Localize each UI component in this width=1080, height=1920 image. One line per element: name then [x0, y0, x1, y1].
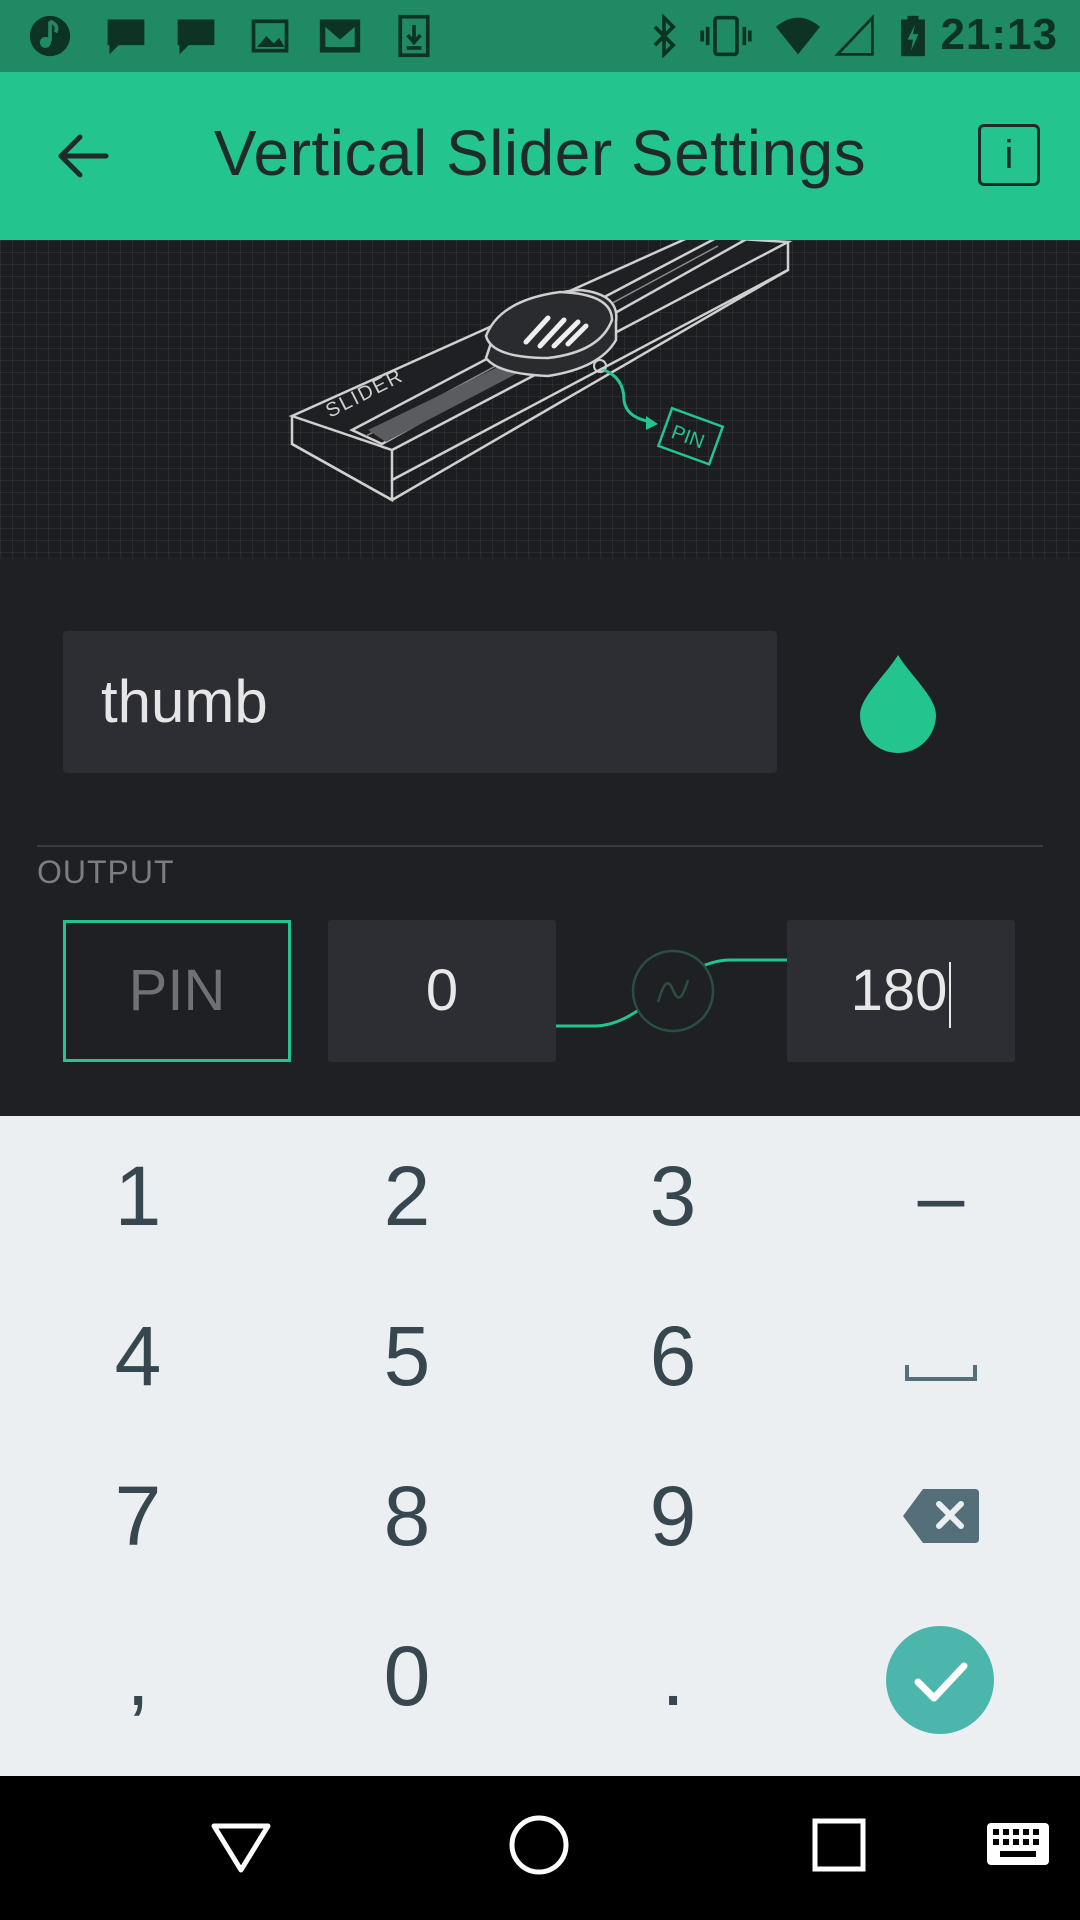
text-cursor — [949, 961, 952, 1028]
download-icon — [398, 14, 430, 58]
back-triangle-icon — [211, 1823, 271, 1873]
info-button[interactable]: i — [978, 124, 1040, 186]
key-2[interactable]: 2 — [272, 1116, 542, 1276]
cell-signal-icon — [834, 14, 874, 56]
vibrate-icon — [700, 15, 752, 57]
key-8[interactable]: 8 — [272, 1436, 542, 1596]
app-notification-icon — [29, 15, 71, 57]
nav-keyboard-button[interactable] — [986, 1822, 1050, 1871]
max-value-text: 180 — [850, 958, 948, 1023]
min-value-input[interactable]: 0 — [328, 920, 556, 1062]
backspace-icon — [903, 1489, 979, 1543]
settings-form: thumb OUTPUT PIN 0 180 — [0, 558, 1080, 1116]
space-icon — [905, 1365, 977, 1381]
pin-select-button[interactable]: PIN — [63, 920, 291, 1062]
recents-square-icon — [812, 1818, 866, 1872]
chat-icon — [177, 19, 215, 55]
key-backspace[interactable] — [806, 1436, 1076, 1596]
chat-icon — [107, 19, 145, 55]
widget-illustration: SLIDER PIN — [0, 234, 1080, 559]
nav-home-button[interactable] — [506, 1812, 572, 1883]
bluetooth-icon — [653, 14, 676, 58]
key-7[interactable]: 7 — [3, 1436, 273, 1596]
nav-recents-button[interactable] — [806, 1812, 872, 1883]
output-section-label: OUTPUT — [37, 854, 175, 890]
key-5[interactable]: 5 — [272, 1276, 542, 1436]
wifi-icon — [776, 17, 820, 55]
home-circle-icon — [509, 1815, 569, 1875]
key-3[interactable]: 3 — [538, 1116, 808, 1276]
gmail-icon — [319, 19, 361, 53]
slider-illustration: SLIDER PIN — [288, 234, 793, 503]
nav-back-button[interactable] — [208, 1812, 274, 1883]
numeric-keyboard: 1 2 3 – 4 5 6 7 8 9 , 0 . — [0, 1116, 1080, 1776]
image-icon — [251, 19, 289, 53]
status-time: 21:13 — [940, 10, 1058, 59]
keyboard-icon — [987, 1823, 1049, 1865]
key-comma[interactable]: , — [3, 1596, 273, 1756]
status-bar: 21:13 — [0, 0, 1080, 72]
key-6[interactable]: 6 — [538, 1276, 808, 1436]
name-input[interactable]: thumb — [63, 631, 777, 773]
enter-button[interactable] — [886, 1626, 994, 1734]
app-bar: Vertical Slider Settings i — [0, 72, 1080, 240]
key-minus[interactable]: – — [806, 1116, 1076, 1276]
key-9[interactable]: 9 — [538, 1436, 808, 1596]
pin-label: PIN — [668, 421, 707, 453]
page-title: Vertical Slider Settings — [213, 117, 867, 189]
max-value-input[interactable]: 180 — [787, 920, 1015, 1062]
key-period[interactable]: . — [538, 1596, 808, 1756]
min-value-text: 0 — [425, 958, 459, 1023]
battery-charging-icon — [901, 15, 925, 57]
mapping-curve — [556, 949, 787, 1033]
key-1[interactable]: 1 — [3, 1116, 273, 1276]
divider — [37, 845, 1043, 847]
navigation-bar — [0, 1776, 1080, 1920]
checkmark-icon — [914, 1662, 968, 1702]
key-space[interactable] — [806, 1276, 1076, 1436]
color-drop-icon — [860, 655, 936, 753]
key-4[interactable]: 4 — [3, 1276, 273, 1436]
color-picker-button[interactable] — [858, 653, 938, 753]
key-0[interactable]: 0 — [272, 1596, 542, 1756]
